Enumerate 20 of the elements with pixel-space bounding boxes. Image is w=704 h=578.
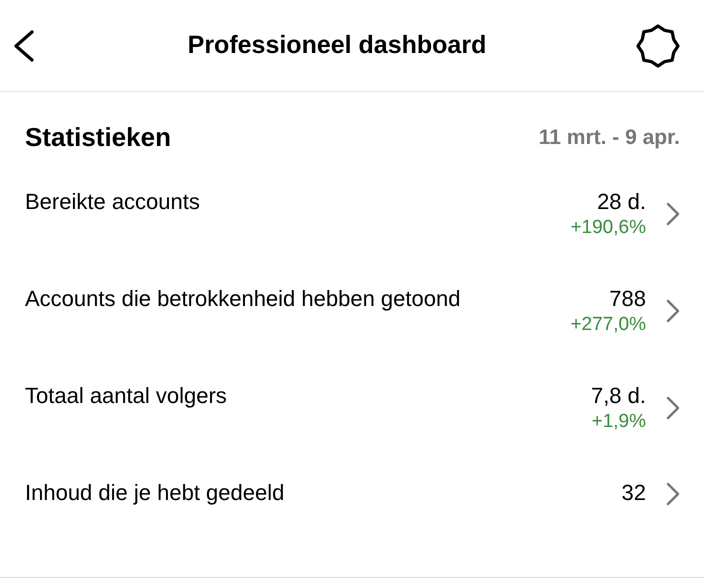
stat-label[interactable]: Inhoud die je hebt gedeeld: [25, 474, 622, 506]
stat-label[interactable]: Accounts die betrokkenheid hebben getoond: [25, 280, 570, 312]
stat-value: 32: [622, 480, 646, 506]
stat-value: 7,8 d.: [590, 383, 646, 409]
section-title: Statistieken: [25, 122, 171, 153]
stat-change: +277,0%: [570, 314, 646, 336]
chevron-icon[interactable]: [666, 396, 680, 420]
stat-value: 28 d.: [597, 189, 646, 215]
settings-button[interactable]: [636, 24, 680, 68]
stat-label[interactable]: Totaal aantal volgers: [25, 377, 591, 409]
page-title: Professioneel dashboard: [188, 31, 486, 60]
stat-change: +190,6%: [570, 217, 646, 239]
stat-label[interactable]: Bereikte accounts: [25, 183, 570, 215]
chevron-icon[interactable]: [666, 202, 680, 226]
settings-icon: [636, 24, 680, 68]
stat-value: 788: [609, 286, 646, 312]
chevron-icon[interactable]: [666, 299, 680, 323]
date-range: 11 mrt. - 9 apr.: [538, 126, 680, 150]
stat-change: +1,9%: [592, 411, 646, 433]
chevron-icon[interactable]: [666, 482, 680, 506]
